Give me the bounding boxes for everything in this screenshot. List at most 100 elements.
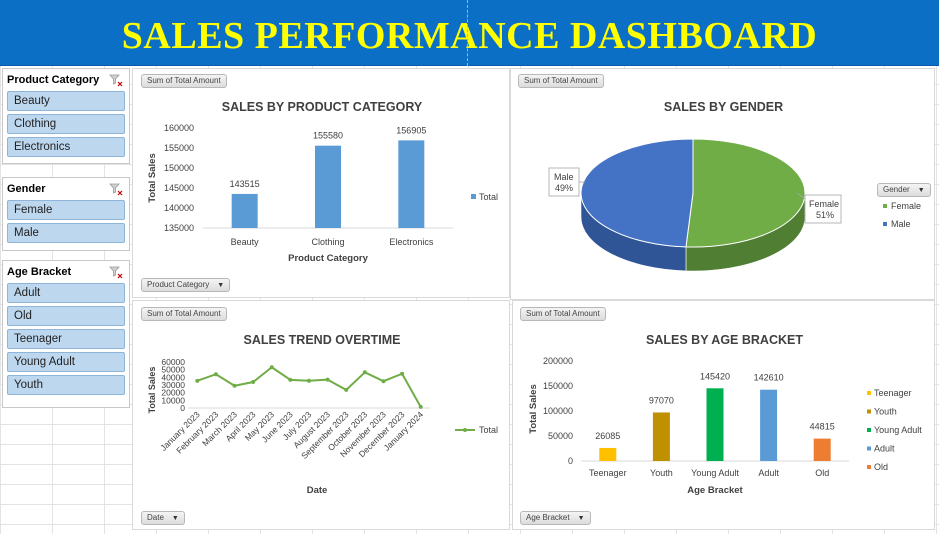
callout-label-female: Female [809, 199, 839, 209]
data-label: 155580 [313, 131, 343, 141]
y-tick-label: 145000 [164, 183, 194, 193]
data-point [251, 380, 256, 385]
bar [813, 438, 831, 461]
x-axis-title: Product Category [288, 253, 368, 264]
clear-filter-icon[interactable] [109, 182, 123, 196]
data-label: 142610 [754, 373, 784, 383]
chart-panel-age: Sum of Total Amount SALES BY AGE BRACKET… [512, 300, 935, 530]
data-point [232, 383, 237, 388]
legend-label: Youth [874, 407, 897, 417]
callout-percent-male: 49% [555, 183, 573, 193]
x-tick-label: Clothing [311, 237, 344, 247]
legend-label: Total [479, 192, 498, 202]
callout-percent-female: 51% [816, 210, 834, 220]
slicer-item-teenager[interactable]: Teenager [7, 329, 125, 349]
slicer-item-clothing[interactable]: Clothing [7, 114, 125, 134]
y-tick-label: 150000 [164, 163, 194, 173]
chart-panel-category: Sum of Total Amount SALES BY PRODUCT CAT… [132, 68, 510, 298]
clear-filter-icon[interactable] [109, 265, 123, 279]
y-tick-label: 0 [568, 456, 573, 466]
legend-label: Adult [874, 444, 895, 454]
axis-field-button[interactable]: Date ▼ [141, 511, 185, 525]
slicer-item-old[interactable]: Old [7, 306, 125, 326]
y-axis-title: Total Sales [147, 367, 157, 414]
slicer-item-adult[interactable]: Adult [7, 283, 125, 303]
slicer-item-youth[interactable]: Youth [7, 375, 125, 395]
data-point [344, 387, 349, 392]
age-bar-chart: 0 50000 100000 150000 200000 26085 Teenager 970… [528, 356, 922, 496]
gender-pie-chart: Male49%Female51%FemaleMale [548, 138, 921, 272]
y-tick-label: 135000 [164, 223, 194, 233]
slicer-title: Product Category [7, 74, 100, 86]
dashboard-title: SALES PERFORMANCE DASHBOARD [121, 14, 818, 57]
clear-filter-icon[interactable] [109, 73, 123, 87]
dropdown-arrow-icon: ▼ [917, 187, 925, 194]
data-label: 97070 [649, 395, 674, 405]
data-label: 145420 [700, 371, 730, 381]
legend-label-male: Male [891, 219, 911, 229]
legend-field-label: Gender [883, 185, 910, 194]
legend-marker [463, 428, 467, 432]
y-tick-label: 60000 [161, 357, 185, 367]
slicer-age-bracket: Age Bracket Adult Old Teenager Young Adu… [2, 260, 130, 408]
x-tick-label: Teenager [589, 468, 627, 478]
y-tick-label: 50000 [548, 431, 573, 441]
axis-field-button[interactable]: Age Bracket ▼ [520, 511, 591, 525]
x-axis-title: Age Bracket [687, 485, 743, 496]
legend-marker [867, 391, 871, 395]
bar [706, 388, 724, 461]
data-point [288, 377, 293, 382]
data-label: 44815 [810, 422, 835, 432]
bar [398, 140, 425, 228]
bar [652, 412, 670, 461]
x-tick-label: Youth [650, 468, 673, 478]
x-tick-label: Young Adult [691, 468, 739, 478]
data-label: 26085 [595, 431, 620, 441]
slicer-header: Age Bracket [3, 261, 129, 283]
legend-marker-female [883, 204, 887, 208]
bar [315, 145, 341, 228]
callout-label-male: Male [554, 172, 574, 182]
slicer-item-female[interactable]: Female [7, 200, 125, 220]
data-point [195, 378, 200, 383]
x-tick-label: Electronics [389, 237, 434, 247]
dropdown-arrow-icon: ▼ [171, 515, 179, 522]
slicer-header: Gender [3, 178, 129, 200]
slicer-item-young-adult[interactable]: Young Adult [7, 352, 125, 372]
legend-marker [867, 428, 871, 432]
bar [599, 447, 617, 461]
data-point [269, 365, 274, 370]
slicer-item-beauty[interactable]: Beauty [7, 91, 125, 111]
bar [231, 193, 258, 228]
data-point [213, 372, 218, 377]
x-axis-title: Date [307, 485, 328, 496]
axis-field-label: Age Bracket [526, 513, 570, 522]
y-tick-label: 140000 [164, 203, 194, 213]
trend-line [196, 366, 422, 408]
data-point [381, 379, 386, 384]
slicer-item-electronics[interactable]: Electronics [7, 137, 125, 157]
data-point [307, 378, 311, 383]
legend-marker [471, 194, 476, 199]
legend-label: Total [479, 425, 498, 435]
legend-field-button[interactable]: Gender ▼ [877, 183, 931, 197]
trend-line-chart: 0100002000030000400005000060000January 2… [147, 357, 498, 496]
bar [760, 389, 778, 461]
dropdown-arrow-icon: ▼ [577, 515, 585, 522]
x-tick-label: Beauty [231, 237, 260, 247]
legend-label-female: Female [891, 201, 921, 211]
y-tick-label: 200000 [543, 356, 573, 366]
y-axis-title: Total Sales [147, 153, 158, 202]
data-point [325, 377, 330, 382]
legend-label: Teenager [874, 388, 912, 398]
y-tick-label: 100000 [543, 406, 573, 416]
legend-label: Young Adult [874, 425, 922, 435]
slicer-item-male[interactable]: Male [7, 223, 125, 243]
data-label: 156905 [396, 125, 426, 135]
chart-panel-gender: Sum of Total Amount SALES BY GENDER Male… [510, 68, 935, 300]
axis-field-button[interactable]: Product Category ▼ [141, 278, 231, 292]
legend-label: Old [874, 462, 888, 472]
axis-field-label: Date [147, 513, 164, 522]
legend-marker [867, 409, 871, 414]
slicer-header: Product Category [3, 69, 129, 91]
